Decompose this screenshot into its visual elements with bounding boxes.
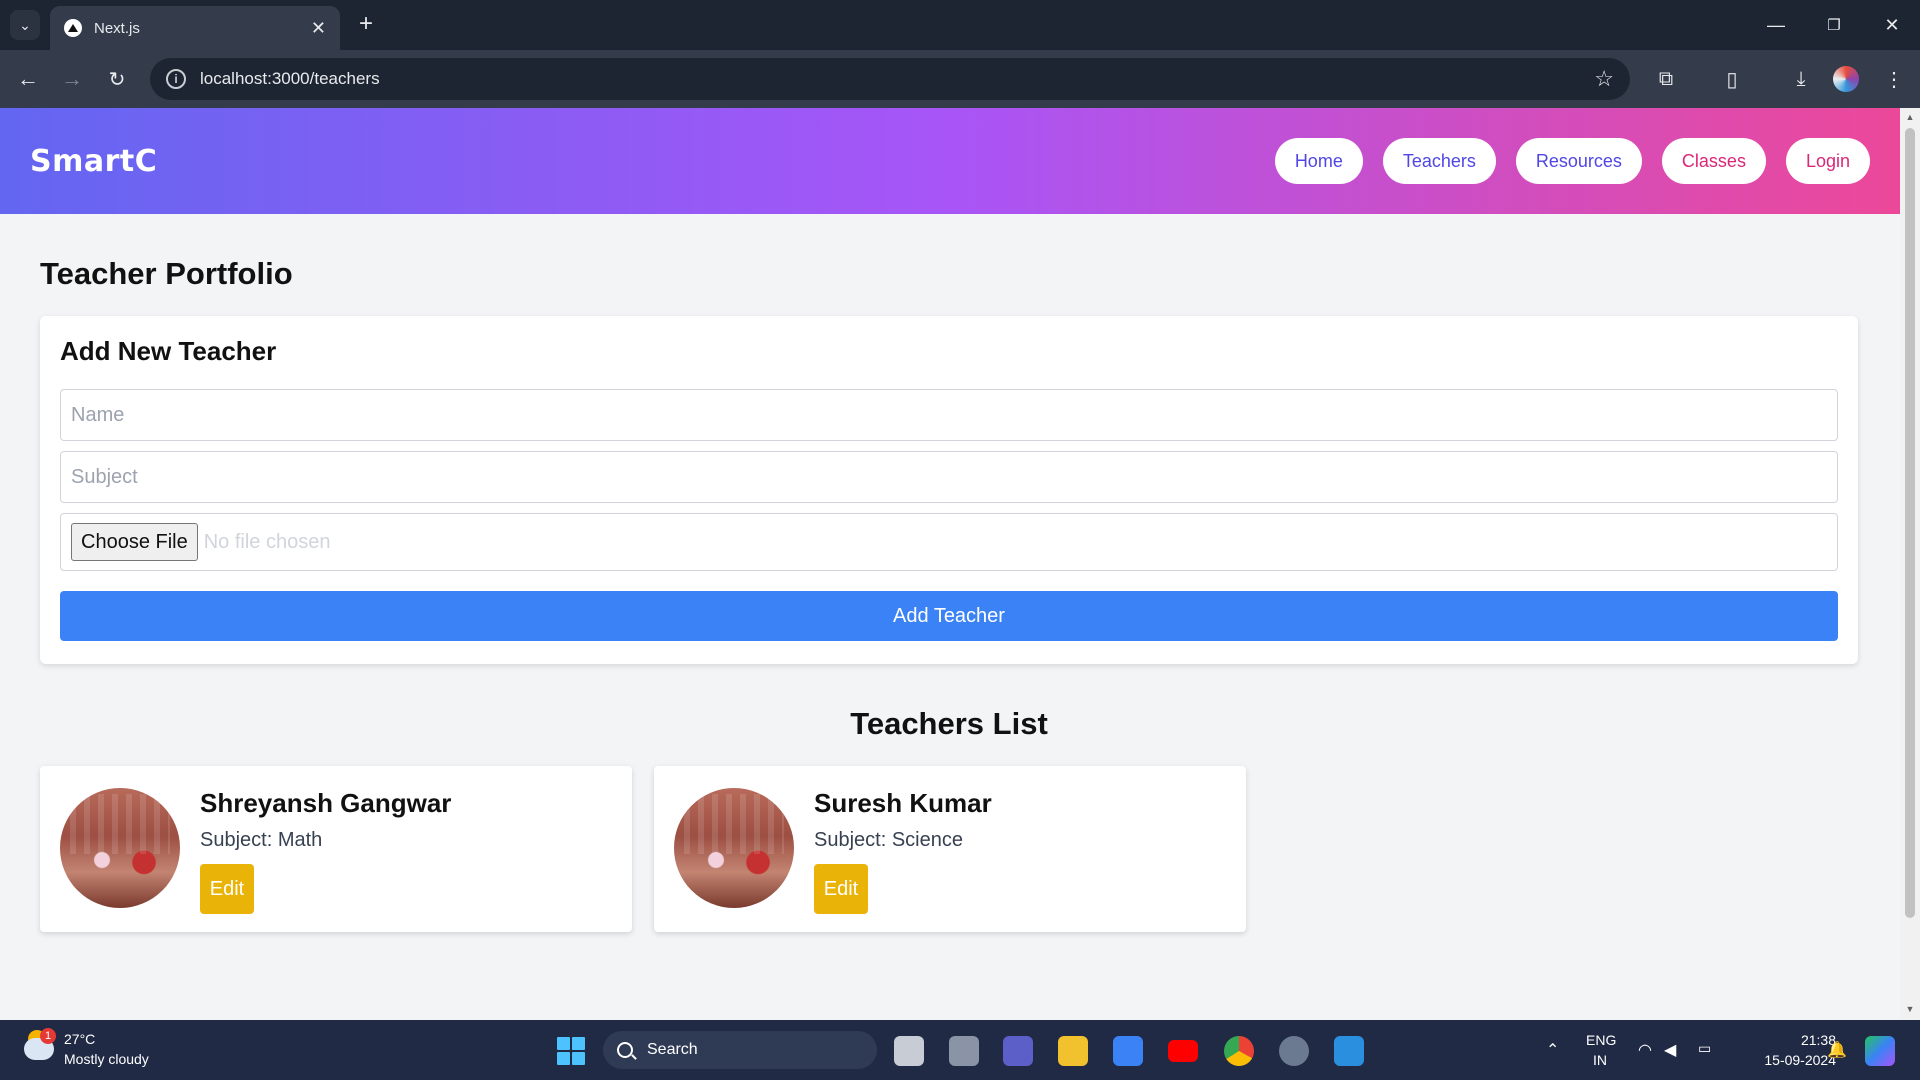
clock-date[interactable]: 15-09-2024 xyxy=(1736,1052,1836,1068)
nav-home[interactable]: Home xyxy=(1274,138,1363,184)
settings-gear-icon[interactable] xyxy=(1279,1036,1309,1066)
teacher-subject: Subject: Science xyxy=(814,829,963,851)
main-nav: Home Teachers Resources Classes Login xyxy=(1274,138,1870,184)
teacher-avatar xyxy=(60,788,180,908)
notification-bell-icon[interactable]: 🔔 xyxy=(1827,1040,1847,1060)
site-info-icon[interactable]: i xyxy=(166,69,186,89)
edit-button[interactable]: Edit xyxy=(200,864,254,914)
scrollbar-thumb[interactable] xyxy=(1905,128,1915,918)
teacher-name: Shreyansh Gangwar xyxy=(200,788,452,818)
extensions-icon[interactable]: ⧉ xyxy=(1650,63,1682,95)
minimize-icon[interactable]: — xyxy=(1756,8,1796,42)
address-bar[interactable]: i localhost:3000/teachers ☆ xyxy=(150,58,1630,100)
teacher-card: Suresh Kumar Subject: Science Edit xyxy=(654,766,1246,932)
forward-arrow-icon[interactable]: → xyxy=(56,63,88,95)
teachers-list-title: Teachers List xyxy=(850,706,1048,741)
add-teacher-button[interactable]: Add Teacher xyxy=(60,591,1838,641)
scroll-up-arrow-icon[interactable]: ▲ xyxy=(1904,112,1916,122)
copilot-icon[interactable] xyxy=(1865,1036,1895,1066)
language-code[interactable]: ENG xyxy=(1586,1032,1616,1048)
edit-button[interactable]: Edit xyxy=(814,864,868,914)
file-status-text: No file chosen xyxy=(203,530,331,553)
weather-temperature[interactable]: 27°C xyxy=(64,1031,95,1047)
browser-menu-icon[interactable]: ⋮ xyxy=(1878,63,1910,95)
form-title: Add New Teacher xyxy=(60,336,277,366)
site-header: SmartC Home Teachers Resources Classes L… xyxy=(0,108,1900,214)
battery-icon[interactable]: ▭ xyxy=(1698,1040,1711,1057)
download-icon[interactable]: ⤓ xyxy=(1785,63,1817,95)
reload-icon[interactable]: ↻ xyxy=(101,63,133,95)
teacher-info: Suresh Kumar Subject: Science Edit xyxy=(814,788,992,914)
file-explorer-icon[interactable] xyxy=(1058,1036,1088,1066)
chrome-icon[interactable] xyxy=(1224,1036,1254,1066)
name-input[interactable] xyxy=(60,389,1838,441)
browser-tab[interactable]: Next.js ✕ xyxy=(50,6,340,50)
youtube-icon[interactable] xyxy=(1168,1040,1198,1062)
page-viewport: SmartC Home Teachers Resources Classes L… xyxy=(0,108,1900,1020)
teams-icon[interactable] xyxy=(1003,1036,1033,1066)
close-window-icon[interactable]: ✕ xyxy=(1872,8,1912,42)
reading-mode-icon[interactable]: ▯ xyxy=(1716,63,1748,95)
url-text[interactable]: localhost:3000/teachers xyxy=(200,69,1594,89)
nextjs-favicon-icon xyxy=(64,19,82,37)
nav-teachers[interactable]: Teachers xyxy=(1382,138,1496,184)
teacher-card: Shreyansh Gangwar Subject: Math Edit xyxy=(40,766,632,932)
teacher-avatar xyxy=(674,788,794,908)
tab-search-chevron-icon[interactable]: ⌄ xyxy=(10,10,40,40)
brand-logo[interactable]: SmartC xyxy=(30,144,157,179)
wifi-icon[interactable]: ◠ xyxy=(1638,1040,1652,1060)
search-label: Search xyxy=(647,1041,698,1058)
page-title: Teacher Portfolio xyxy=(40,256,293,291)
windows-start-icon[interactable] xyxy=(557,1037,585,1065)
teachers-list: Shreyansh Gangwar Subject: Math Edit Sur… xyxy=(40,766,1860,932)
restore-icon[interactable]: ❐ xyxy=(1814,8,1854,42)
close-tab-icon[interactable]: ✕ xyxy=(311,18,326,39)
add-teacher-form: Add New Teacher Choose File No file chos… xyxy=(40,316,1858,664)
browser-toolbar: ← → ↻ i localhost:3000/teachers ☆ ⧉ ▯ ⤓ … xyxy=(0,50,1920,108)
camera-app-icon[interactable] xyxy=(949,1036,979,1066)
photo-file-input[interactable]: Choose File No file chosen xyxy=(60,513,1838,571)
clock-time[interactable]: 21:38 xyxy=(1764,1032,1836,1048)
nav-classes[interactable]: Classes xyxy=(1661,138,1766,184)
teacher-subject: Subject: Math xyxy=(200,829,323,851)
microsoft-store-icon[interactable] xyxy=(1113,1036,1143,1066)
subject-input[interactable] xyxy=(60,451,1838,503)
nav-login[interactable]: Login xyxy=(1785,138,1870,184)
weather-description[interactable]: Mostly cloudy xyxy=(64,1051,149,1067)
windows-taskbar: 1 27°C Mostly cloudy Search ⌃ ENG IN ◠ ◀… xyxy=(0,1020,1920,1080)
main-content: Teacher Portfolio Add New Teacher Choose… xyxy=(0,256,1900,932)
language-region[interactable]: IN xyxy=(1593,1052,1607,1068)
bookmark-star-icon[interactable]: ☆ xyxy=(1594,66,1614,92)
search-icon xyxy=(617,1042,633,1058)
teacher-name: Suresh Kumar xyxy=(814,788,992,818)
vscode-icon[interactable] xyxy=(1334,1036,1364,1066)
browser-tab-bar: ⌄ Next.js ✕ + — ❐ ✕ xyxy=(0,0,1920,50)
task-view-icon[interactable] xyxy=(894,1036,924,1066)
volume-icon[interactable]: ◀ xyxy=(1664,1040,1676,1060)
weather-notification-badge: 1 xyxy=(40,1028,56,1044)
nav-resources[interactable]: Resources xyxy=(1515,138,1642,184)
profile-avatar[interactable] xyxy=(1833,66,1859,92)
choose-file-button[interactable]: Choose File xyxy=(71,523,198,561)
tab-title: Next.js xyxy=(94,19,140,37)
page-scrollbar[interactable]: ▲ ▼ xyxy=(1900,108,1920,1020)
taskbar-search[interactable]: Search xyxy=(603,1031,877,1069)
new-tab-plus-icon[interactable]: + xyxy=(352,10,380,38)
teacher-info: Shreyansh Gangwar Subject: Math Edit xyxy=(200,788,451,914)
show-hidden-icons-chevron-icon[interactable]: ⌃ xyxy=(1546,1040,1559,1060)
scroll-down-arrow-icon[interactable]: ▼ xyxy=(1904,1004,1916,1014)
back-arrow-icon[interactable]: ← xyxy=(12,63,44,95)
